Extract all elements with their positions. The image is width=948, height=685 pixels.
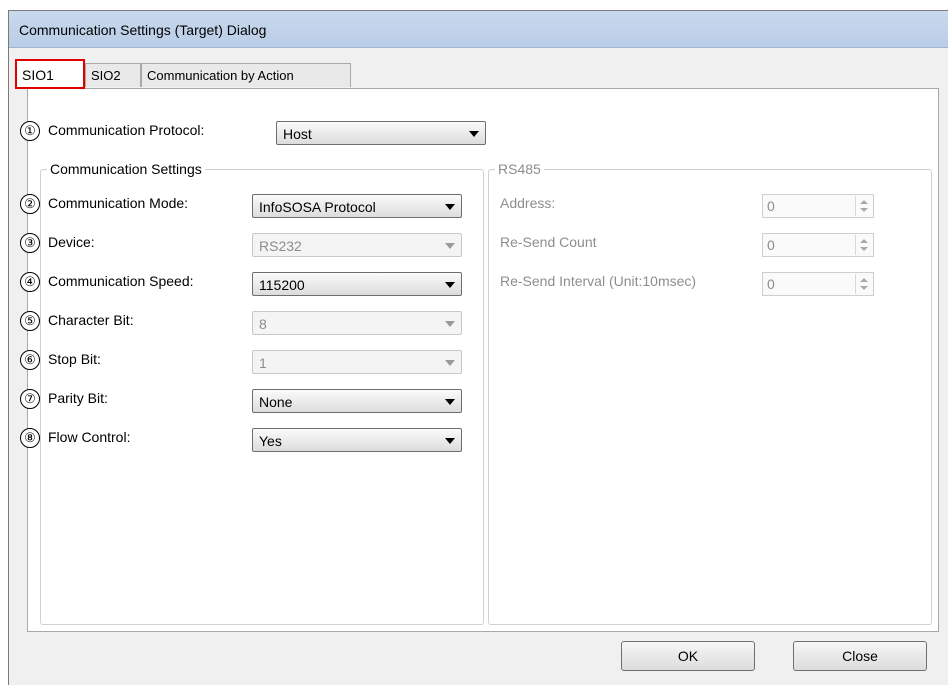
arrow-down-icon: [860, 247, 868, 251]
communication-speed-value: 115200: [259, 277, 305, 293]
chevron-down-icon: [445, 438, 455, 444]
address-value: 0: [767, 198, 775, 214]
stop-bit-label: Stop Bit:: [48, 351, 101, 367]
protocol-value: Host: [283, 126, 312, 142]
tab-panel-sio1: ① Communication Protocol: Host Communica…: [20, 88, 939, 632]
stop-bit-select: 1: [252, 350, 462, 374]
flow-control-select[interactable]: Yes: [252, 428, 462, 452]
marker-3: ③: [20, 233, 40, 253]
arrow-down-icon: [860, 208, 868, 212]
device-label: Device:: [48, 234, 95, 250]
chevron-down-icon: [445, 399, 455, 405]
character-bit-value: 8: [259, 316, 267, 332]
communication-mode-value: InfoSOSA Protocol: [259, 199, 376, 215]
tab-sio2[interactable]: SIO2: [85, 63, 141, 87]
protocol-label: Communication Protocol:: [48, 122, 205, 138]
address-spinner: 0: [762, 194, 874, 218]
marker-6: ⑥: [20, 350, 40, 370]
rs485-title: RS485: [495, 161, 544, 177]
parity-bit-value: None: [259, 394, 293, 410]
parity-bit-label: Parity Bit:: [48, 390, 108, 406]
resend-count-value: 0: [767, 237, 775, 253]
resend-interval-spinner: 0: [762, 272, 874, 296]
resend-interval-label: Re-Send Interval (Unit:10msec): [500, 273, 697, 289]
ok-button[interactable]: OK: [621, 641, 755, 671]
marker-1: ①: [20, 121, 40, 141]
resend-count-label: Re-Send Count: [500, 234, 597, 250]
device-select: RS232: [252, 233, 462, 257]
flow-control-value: Yes: [259, 433, 282, 449]
spinner-buttons: [855, 196, 872, 216]
character-bit-select: 8: [252, 311, 462, 335]
arrow-down-icon: [860, 286, 868, 290]
communication-speed-select[interactable]: 115200: [252, 272, 462, 296]
communication-settings-title: Communication Settings: [47, 161, 205, 177]
chevron-down-icon: [445, 321, 455, 327]
address-label: Address:: [500, 195, 556, 211]
marker-5: ⑤: [20, 311, 40, 331]
spinner-buttons: [855, 274, 872, 294]
communication-mode-select[interactable]: InfoSOSA Protocol: [252, 194, 462, 218]
communication-mode-label: Communication Mode:: [48, 195, 189, 211]
marker-4: ④: [20, 272, 40, 292]
chevron-down-icon: [445, 360, 455, 366]
tab-sio1[interactable]: SIO1: [15, 59, 85, 89]
character-bit-label: Character Bit:: [48, 312, 134, 328]
marker-8: ⑧: [20, 428, 40, 448]
close-button[interactable]: Close: [793, 641, 927, 671]
flow-control-label: Flow Control:: [48, 429, 131, 445]
marker-7: ⑦: [20, 389, 40, 409]
window-title: Communication Settings (Target) Dialog: [19, 22, 267, 38]
chevron-down-icon: [445, 204, 455, 210]
dialog-window: Communication Settings (Target) Dialog S…: [8, 10, 948, 685]
arrow-up-icon: [860, 200, 868, 204]
chevron-down-icon: [445, 282, 455, 288]
resend-interval-value: 0: [767, 276, 775, 292]
chevron-down-icon: [445, 243, 455, 249]
arrow-up-icon: [860, 278, 868, 282]
spinner-buttons: [855, 235, 872, 255]
arrow-up-icon: [860, 239, 868, 243]
title-bar: Communication Settings (Target) Dialog: [9, 11, 948, 48]
stop-bit-value: 1: [259, 355, 267, 371]
resend-count-spinner: 0: [762, 233, 874, 257]
communication-speed-label: Communication Speed:: [48, 273, 194, 289]
chevron-down-icon: [469, 131, 479, 137]
marker-2: ②: [20, 194, 40, 214]
parity-bit-select[interactable]: None: [252, 389, 462, 413]
tab-communication-by-action[interactable]: Communication by Action: [141, 63, 351, 87]
protocol-select[interactable]: Host: [276, 121, 486, 145]
device-value: RS232: [259, 238, 302, 254]
